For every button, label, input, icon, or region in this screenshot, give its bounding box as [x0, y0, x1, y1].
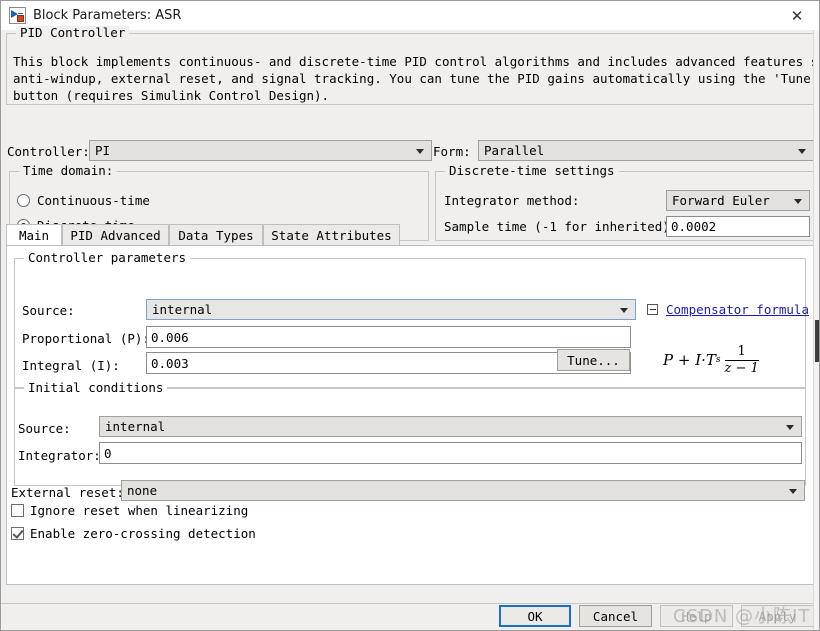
- ic-source-value: internal: [105, 419, 166, 434]
- simulink-block-icon: [9, 7, 26, 24]
- controller-label: Controller:: [7, 144, 90, 159]
- chevron-down-icon: [789, 488, 797, 494]
- external-reset-value: none: [127, 483, 158, 498]
- compensator-collapse-icon[interactable]: [647, 304, 658, 315]
- ok-button-label: OK: [527, 608, 543, 624]
- form-label: Form:: [433, 144, 471, 159]
- ic-source-select[interactable]: internal: [99, 416, 802, 437]
- initial-conditions-group: Initial conditions: [14, 381, 806, 486]
- checkbox-ignore-reset[interactable]: Ignore reset when linearizing: [11, 503, 248, 518]
- radio-continuous-time-label: Continuous-time: [37, 193, 150, 208]
- apply-button-label: Apply: [758, 608, 797, 624]
- cp-source-value: internal: [152, 302, 213, 317]
- apply-button[interactable]: Apply: [741, 605, 814, 627]
- checkbox-icon: [11, 504, 24, 517]
- footer-divider: [1, 603, 814, 604]
- close-icon[interactable]: ✕: [775, 1, 819, 30]
- chevron-down-icon: [620, 307, 628, 313]
- tune-button[interactable]: Tune...: [557, 349, 630, 371]
- formula-denominator: z − 1: [724, 360, 759, 376]
- tab-main-label: Main: [18, 228, 50, 243]
- vertical-scrollbar[interactable]: [813, 30, 819, 630]
- tab-bar: Main PID Advanced Data Types State Attri…: [6, 224, 814, 247]
- window-title: Block Parameters: ASR: [33, 8, 182, 23]
- formula-lead: P + I·T: [663, 351, 716, 370]
- cp-source-label: Source:: [22, 303, 75, 318]
- compensator-formula: P + I·T s 1 z − 1: [663, 345, 759, 375]
- discrete-settings-legend: Discrete-time settings: [445, 164, 619, 178]
- checkbox-icon: [11, 527, 24, 540]
- formula-numerator: 1: [737, 344, 746, 359]
- tab-pid-advanced[interactable]: PID Advanced: [62, 224, 169, 246]
- controller-parameters-legend: Controller parameters: [24, 251, 191, 265]
- form-select-value: Parallel: [484, 143, 545, 158]
- tune-button-label: Tune...: [567, 352, 620, 368]
- compensator-formula-link[interactable]: Compensator formula: [666, 302, 809, 317]
- controller-select-value: PI: [95, 143, 111, 158]
- form-select[interactable]: Parallel: [478, 140, 814, 161]
- ok-button[interactable]: OK: [499, 605, 571, 627]
- external-reset-label: External reset:: [11, 485, 124, 500]
- tab-pid-advanced-label: PID Advanced: [70, 228, 161, 243]
- help-button-label: Help: [681, 608, 712, 624]
- description-text: This block implements continuous- and di…: [13, 54, 819, 103]
- cp-source-select[interactable]: internal: [146, 299, 636, 320]
- chevron-down-icon: [416, 148, 424, 154]
- cancel-button-label: Cancel: [592, 608, 639, 624]
- radio-continuous-time[interactable]: Continuous-time: [17, 193, 150, 208]
- formula-subscript: s: [715, 355, 721, 366]
- checkbox-zero-crossing-label: Enable zero-crossing detection: [30, 526, 256, 541]
- integrator-method-value: Forward Euler: [672, 193, 770, 208]
- tab-data-types-label: Data Types: [178, 228, 254, 243]
- chevron-down-icon: [798, 148, 806, 154]
- ic-integrator-label: Integrator:: [18, 448, 101, 463]
- proportional-value: 0.006: [151, 329, 189, 345]
- cancel-button[interactable]: Cancel: [579, 605, 652, 627]
- integrator-method-label: Integrator method:: [444, 193, 580, 208]
- chevron-down-icon: [794, 198, 802, 204]
- formula-fraction: 1 z − 1: [724, 344, 759, 376]
- proportional-input[interactable]: 0.006: [146, 326, 631, 348]
- dialog-body: PID Controller This block implements con…: [1, 26, 819, 630]
- radio-icon: [17, 194, 30, 207]
- tab-main[interactable]: Main: [6, 224, 62, 247]
- ic-integrator-value: 0: [104, 445, 112, 461]
- integral-value: 0.003: [151, 355, 189, 371]
- block-parameters-dialog: Block Parameters: ASR ✕ PID Controller T…: [0, 0, 820, 631]
- chevron-down-icon: [786, 424, 794, 430]
- tab-state-attributes[interactable]: State Attributes: [263, 224, 400, 246]
- checkbox-ignore-reset-label: Ignore reset when linearizing: [30, 503, 249, 518]
- initial-conditions-legend: Initial conditions: [24, 381, 168, 395]
- description-legend: PID Controller: [16, 26, 130, 40]
- scrollbar-thumb[interactable]: [815, 320, 819, 362]
- time-domain-legend: Time domain:: [19, 164, 118, 178]
- tab-data-types[interactable]: Data Types: [169, 224, 263, 246]
- help-button[interactable]: Help: [660, 605, 733, 627]
- integrator-method-select[interactable]: Forward Euler: [666, 190, 810, 211]
- external-reset-select[interactable]: none: [121, 480, 805, 501]
- ic-integrator-input[interactable]: 0: [99, 442, 802, 464]
- ic-source-label: Source:: [18, 421, 71, 436]
- checkbox-zero-crossing[interactable]: Enable zero-crossing detection: [11, 526, 256, 541]
- integral-label: Integral (I):: [22, 358, 120, 373]
- proportional-label: Proportional (P):: [22, 331, 150, 346]
- controller-select[interactable]: PI: [89, 140, 432, 161]
- tab-state-attributes-label: State Attributes: [271, 228, 392, 243]
